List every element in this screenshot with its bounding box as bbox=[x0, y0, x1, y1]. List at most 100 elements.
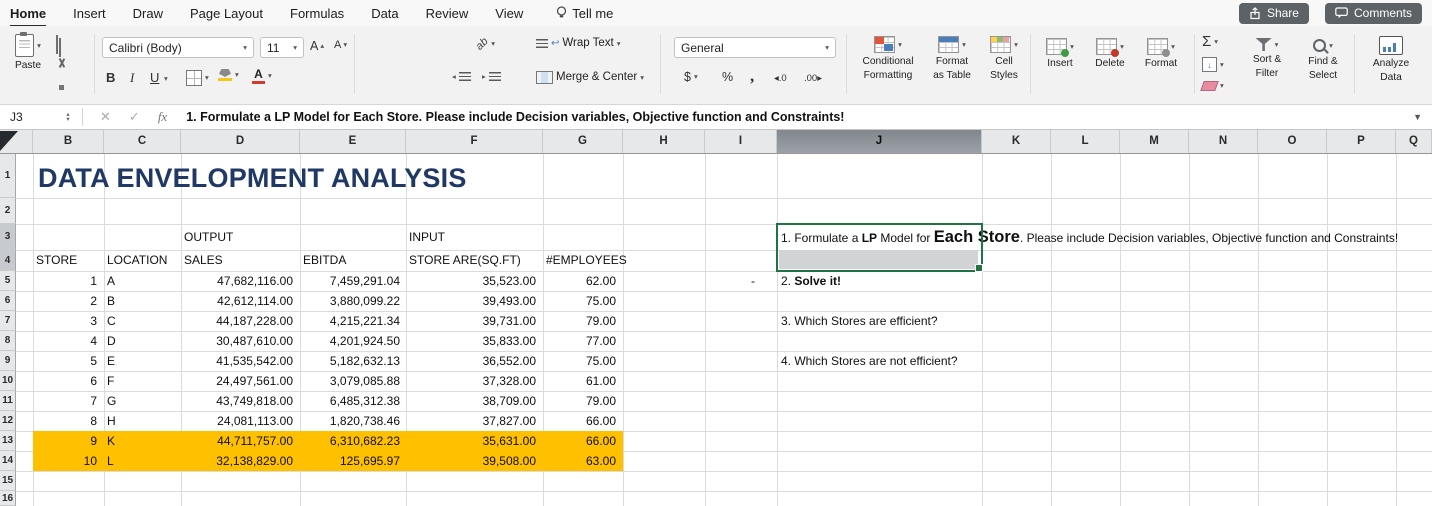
column-header-C[interactable]: C bbox=[104, 130, 181, 153]
cell-D13[interactable]: 44,711,757.00 bbox=[182, 431, 293, 451]
cell-J7-question3[interactable]: 3. Which Stores are efficient? bbox=[781, 311, 938, 331]
cell-G11[interactable]: 79.00 bbox=[544, 391, 616, 411]
increase-decimal-button[interactable]: ◂.0 bbox=[774, 73, 787, 84]
merge-center-button[interactable]: Merge & Center ▾ bbox=[536, 71, 644, 84]
cell-C7[interactable]: C bbox=[107, 311, 177, 331]
cell-D5[interactable]: 47,682,116.00 bbox=[182, 271, 293, 291]
enter-button[interactable]: ✓ bbox=[129, 109, 140, 125]
select-all-corner[interactable] bbox=[0, 130, 33, 153]
cell-E6[interactable]: 3,880,099.22 bbox=[301, 291, 400, 311]
font-size-select[interactable]: 11 ▾ bbox=[260, 37, 304, 58]
tab-review[interactable]: Review bbox=[426, 6, 469, 21]
decrease-indent-button[interactable]: ◂ bbox=[452, 72, 471, 81]
column-header-H[interactable]: H bbox=[623, 130, 705, 153]
cell-G8[interactable]: 77.00 bbox=[544, 331, 616, 351]
cell-G10[interactable]: 61.00 bbox=[544, 371, 616, 391]
fill-button[interactable]: ↓ ▾ bbox=[1202, 57, 1224, 72]
cell-C13[interactable]: K bbox=[107, 431, 177, 451]
cell-G9[interactable]: 75.00 bbox=[544, 351, 616, 371]
column-header-P[interactable]: P bbox=[1327, 130, 1396, 153]
cell-C10[interactable]: F bbox=[107, 371, 177, 391]
number-format-select[interactable]: General ▾ bbox=[674, 37, 836, 58]
cell-F5[interactable]: 35,523.00 bbox=[407, 271, 536, 291]
cell-C8[interactable]: D bbox=[107, 331, 177, 351]
cell-I5-dash[interactable]: - bbox=[705, 271, 755, 291]
cell-D14[interactable]: 32,138,829.00 bbox=[182, 451, 293, 471]
decrease-decimal-button[interactable]: .00▸ bbox=[804, 73, 822, 84]
increase-font-button[interactable]: A ▴ bbox=[310, 39, 324, 53]
conditional-formatting-button[interactable]: ▾ Conditional Formatting bbox=[854, 36, 922, 81]
column-header-D[interactable]: D bbox=[181, 130, 300, 153]
formula-bar-expand-caret[interactable]: ▼ bbox=[1413, 112, 1422, 122]
cell-F6[interactable]: 39,493.00 bbox=[407, 291, 536, 311]
italic-button[interactable]: I bbox=[130, 70, 134, 86]
cell-F12[interactable]: 37,827.00 bbox=[407, 411, 536, 431]
cell-D10[interactable]: 24,497,561.00 bbox=[182, 371, 293, 391]
row-header-1[interactable]: 1 bbox=[0, 154, 16, 198]
cell-B9[interactable]: 5 bbox=[33, 351, 97, 371]
header-area[interactable]: STORE ARE(SQ.FT) bbox=[409, 250, 521, 271]
row-header-2[interactable]: 2 bbox=[0, 198, 16, 224]
font-color-button[interactable]: A ▾ bbox=[252, 68, 272, 84]
cell-B10[interactable]: 6 bbox=[33, 371, 97, 391]
cell-B13[interactable]: 9 bbox=[33, 431, 97, 451]
tab-home[interactable]: Home bbox=[10, 6, 47, 27]
orientation-button[interactable]: ab ▾ bbox=[474, 35, 495, 52]
cell-E13[interactable]: 6,310,682.23 bbox=[301, 431, 400, 451]
cell-G5[interactable]: 62.00 bbox=[544, 271, 616, 291]
cell-G13[interactable]: 66.00 bbox=[544, 431, 616, 451]
autosum-button[interactable]: Σ ▾ bbox=[1202, 34, 1218, 49]
cell-C14[interactable]: L bbox=[107, 451, 177, 471]
column-header-G[interactable]: G bbox=[543, 130, 623, 153]
cell-B14[interactable]: 10 bbox=[33, 451, 97, 471]
copy-button[interactable] bbox=[56, 35, 58, 54]
tab-draw[interactable]: Draw bbox=[133, 6, 163, 21]
tab-data[interactable]: Data bbox=[371, 6, 398, 21]
cell-B11[interactable]: 7 bbox=[33, 391, 97, 411]
cell-F14[interactable]: 39,508.00 bbox=[407, 451, 536, 471]
fill-color-button[interactable]: ▾ bbox=[218, 69, 239, 81]
cell-F3-input[interactable]: INPUT bbox=[409, 224, 445, 250]
row-header-16[interactable]: 16 bbox=[0, 491, 16, 506]
cell-F9[interactable]: 36,552.00 bbox=[407, 351, 536, 371]
row-header-8[interactable]: 8 bbox=[0, 331, 16, 351]
cell-F8[interactable]: 35,833.00 bbox=[407, 331, 536, 351]
row-header-12[interactable]: 12 bbox=[0, 411, 16, 431]
row-header-5[interactable]: 5 bbox=[0, 271, 16, 291]
clear-button[interactable]: ▾ bbox=[1200, 81, 1224, 91]
cell-E11[interactable]: 6,485,312.38 bbox=[301, 391, 400, 411]
paste-button[interactable]: ▾ Paste bbox=[8, 32, 48, 71]
row-header-11[interactable]: 11 bbox=[0, 391, 16, 411]
borders-button[interactable]: ▾ bbox=[186, 70, 209, 86]
header-sales[interactable]: SALES bbox=[184, 250, 223, 271]
row-header-15[interactable]: 15 bbox=[0, 471, 16, 491]
cell-E7[interactable]: 4,215,221.34 bbox=[301, 311, 400, 331]
cell-B12[interactable]: 8 bbox=[33, 411, 97, 431]
cell-D7[interactable]: 44,187,228.00 bbox=[182, 311, 293, 331]
column-header-E[interactable]: E bbox=[300, 130, 406, 153]
comma-style-button[interactable]: , bbox=[750, 66, 754, 86]
cell-G7[interactable]: 79.00 bbox=[544, 311, 616, 331]
cell-F13[interactable]: 35,631.00 bbox=[407, 431, 536, 451]
format-cells-button[interactable]: ▾ Format bbox=[1138, 38, 1184, 69]
underline-button[interactable]: U bbox=[150, 70, 159, 85]
row-header-7[interactable]: 7 bbox=[0, 311, 16, 331]
cell-E9[interactable]: 5,182,632.13 bbox=[301, 351, 400, 371]
cell-E10[interactable]: 3,079,085.88 bbox=[301, 371, 400, 391]
cell-C12[interactable]: H bbox=[107, 411, 177, 431]
percent-button[interactable]: % bbox=[722, 70, 733, 84]
cell-G12[interactable]: 66.00 bbox=[544, 411, 616, 431]
column-header-Q[interactable]: Q bbox=[1396, 130, 1432, 153]
cell-G14[interactable]: 63.00 bbox=[544, 451, 616, 471]
cell-B5[interactable]: 1 bbox=[33, 271, 97, 291]
fill-handle[interactable] bbox=[975, 264, 983, 272]
cell-E12[interactable]: 1,820,738.46 bbox=[301, 411, 400, 431]
row-header-4[interactable]: 4 bbox=[0, 250, 16, 271]
cell-D3-output[interactable]: OUTPUT bbox=[184, 224, 233, 250]
cell-G6[interactable]: 75.00 bbox=[544, 291, 616, 311]
cell-styles-button[interactable]: ▾ Cell Styles bbox=[982, 36, 1026, 81]
cell-B7[interactable]: 3 bbox=[33, 311, 97, 331]
cell-C6[interactable]: B bbox=[107, 291, 177, 311]
tab-page-layout[interactable]: Page Layout bbox=[190, 6, 263, 21]
cell-D9[interactable]: 41,535,542.00 bbox=[182, 351, 293, 371]
